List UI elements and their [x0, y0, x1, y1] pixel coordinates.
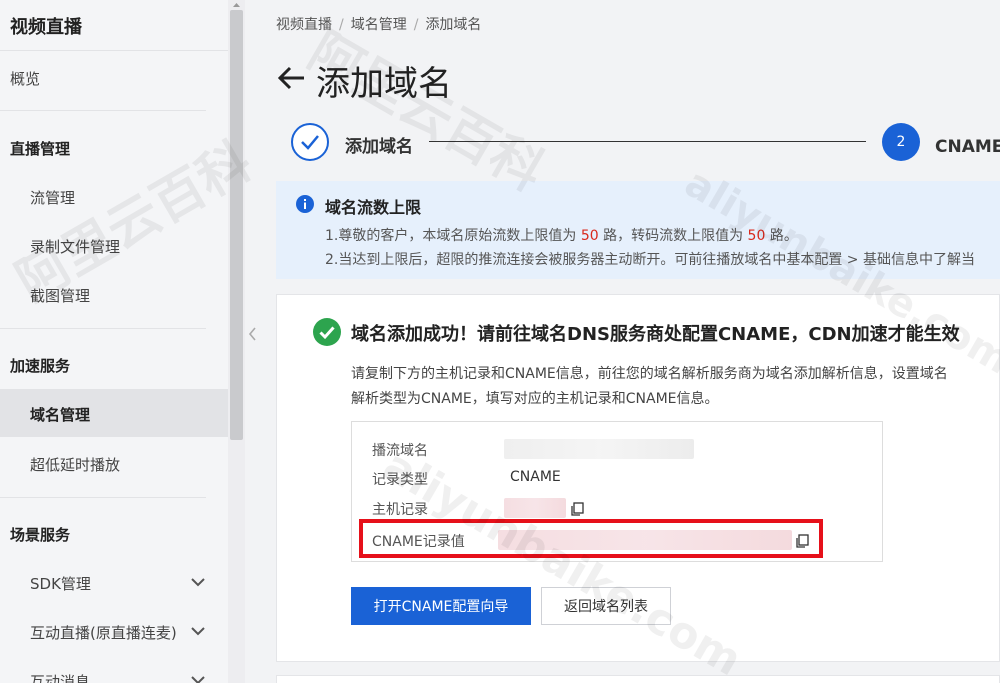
notice-text: 路，转码流数上限值为 — [598, 228, 748, 244]
chevron-down-icon[interactable] — [190, 623, 206, 639]
next-card — [276, 675, 1000, 683]
host-record-value-redacted — [504, 498, 566, 518]
sidebar-group-scene-services: 场景服务 — [10, 526, 71, 544]
instructions-line-1: 请复制下方的主机记录和CNAME信息，前往您的域名解析服务商为域名添加解析信息，… — [351, 366, 948, 382]
main-content: 视频直播/域名管理/添加域名 添加域名 添加域名 2 CNAME配 域名流数上限… — [262, 0, 1000, 683]
step-2-indicator: 2 — [882, 123, 920, 161]
chevron-down-icon[interactable] — [190, 672, 206, 683]
success-check-icon — [313, 318, 341, 346]
sidebar-scrollbar-thumb[interactable] — [230, 10, 243, 440]
breadcrumb-parent[interactable]: 域名管理 — [351, 17, 407, 33]
stream-limit-value: 50 — [580, 228, 599, 244]
stream-domain-value-redacted — [504, 439, 694, 459]
breadcrumb: 视频直播 / 域名管理 / 添加域名 — [276, 17, 482, 33]
sidebar-item-overview[interactable]: 概览 — [10, 68, 40, 89]
step-1-indicator — [291, 123, 329, 161]
success-title: 域名添加成功！请前往域名DNS服务商处配置CNAME，CDN加速才能生效 — [351, 324, 960, 345]
sidebar-item-stream-management[interactable]: 流管理 — [30, 187, 75, 208]
sidebar-group-live-management: 直播管理 — [10, 140, 71, 158]
breadcrumb-current: 添加域名 — [425, 17, 482, 33]
sidebar-title: 视频直播 — [10, 17, 82, 38]
step-2-label: CNAME配 — [935, 137, 1000, 157]
page-title: 添加域名 — [316, 64, 452, 104]
back-to-domain-list-button[interactable]: 返回域名列表 — [541, 587, 671, 625]
step-connector — [429, 141, 866, 142]
sidebar-item-domain-management[interactable]: 域名管理 — [30, 404, 90, 425]
notice-text: 路。 — [765, 228, 798, 244]
sidebar-item-snapshot-management[interactable]: 截图管理 — [30, 285, 90, 306]
stream-domain-label: 播流域名 — [372, 443, 428, 459]
sidebar-item-sdk[interactable]: SDK管理 — [30, 573, 91, 594]
check-icon — [301, 135, 319, 150]
instructions-line-2: 解析类型为CNAME，填写对应的主机记录和CNAME信息。 — [351, 391, 719, 407]
sidebar-item-low-latency[interactable]: 超低延时播放 — [30, 454, 120, 475]
copy-icon[interactable] — [571, 502, 585, 516]
step-1-label: 添加域名 — [345, 137, 413, 157]
host-record-label: 主机记录 — [372, 502, 428, 518]
chevron-down-icon[interactable] — [190, 574, 206, 590]
divider — [0, 497, 206, 498]
notice-line-1: 1.尊敬的客户，本域名原始流数上限值为 50 路，转码流数上限值为 50 路。 — [325, 225, 798, 245]
divider — [0, 50, 228, 51]
collapse-sidebar-icon[interactable] — [245, 312, 261, 356]
notice-text: 1.尊敬的客户，本域名原始流数上限值为 — [325, 228, 581, 244]
scroll-up-arrow-icon[interactable] — [230, 0, 243, 10]
info-icon — [296, 195, 314, 213]
transcode-limit-value: 50 — [747, 228, 766, 244]
divider — [0, 110, 206, 111]
record-type-value: CNAME — [510, 469, 561, 485]
notice-banner: 域名流数上限 1.尊敬的客户，本域名原始流数上限值为 50 路，转码流数上限值为… — [276, 181, 1000, 279]
sidebar: 视频直播 概览 直播管理 流管理 录制文件管理 截图管理 加速服务 域名管理 超… — [0, 0, 228, 683]
sidebar-item-interactive-message[interactable]: 互动消息 — [30, 671, 90, 683]
notice-title: 域名流数上限 — [325, 198, 422, 217]
sidebar-item-interactive-live[interactable]: 互动直播(原直播连麦) — [30, 622, 177, 643]
back-arrow-icon[interactable] — [276, 62, 308, 94]
breadcrumb-root[interactable]: 视频直播 — [276, 17, 332, 33]
divider — [0, 328, 206, 329]
notice-line-2: 2.当达到上限后，超限的推流连接会被服务器主动断开。可前往播放域名中基本配置 >… — [325, 252, 975, 268]
result-card: 域名添加成功！请前往域名DNS服务商处配置CNAME，CDN加速才能生效 请复制… — [276, 294, 1000, 662]
open-cname-wizard-button[interactable]: 打开CNAME配置向导 — [351, 587, 531, 625]
sidebar-group-acceleration: 加速服务 — [10, 357, 71, 375]
record-type-label: 记录类型 — [372, 472, 428, 488]
sidebar-item-record-files[interactable]: 录制文件管理 — [30, 236, 120, 257]
cname-highlight-frame — [359, 519, 823, 558]
